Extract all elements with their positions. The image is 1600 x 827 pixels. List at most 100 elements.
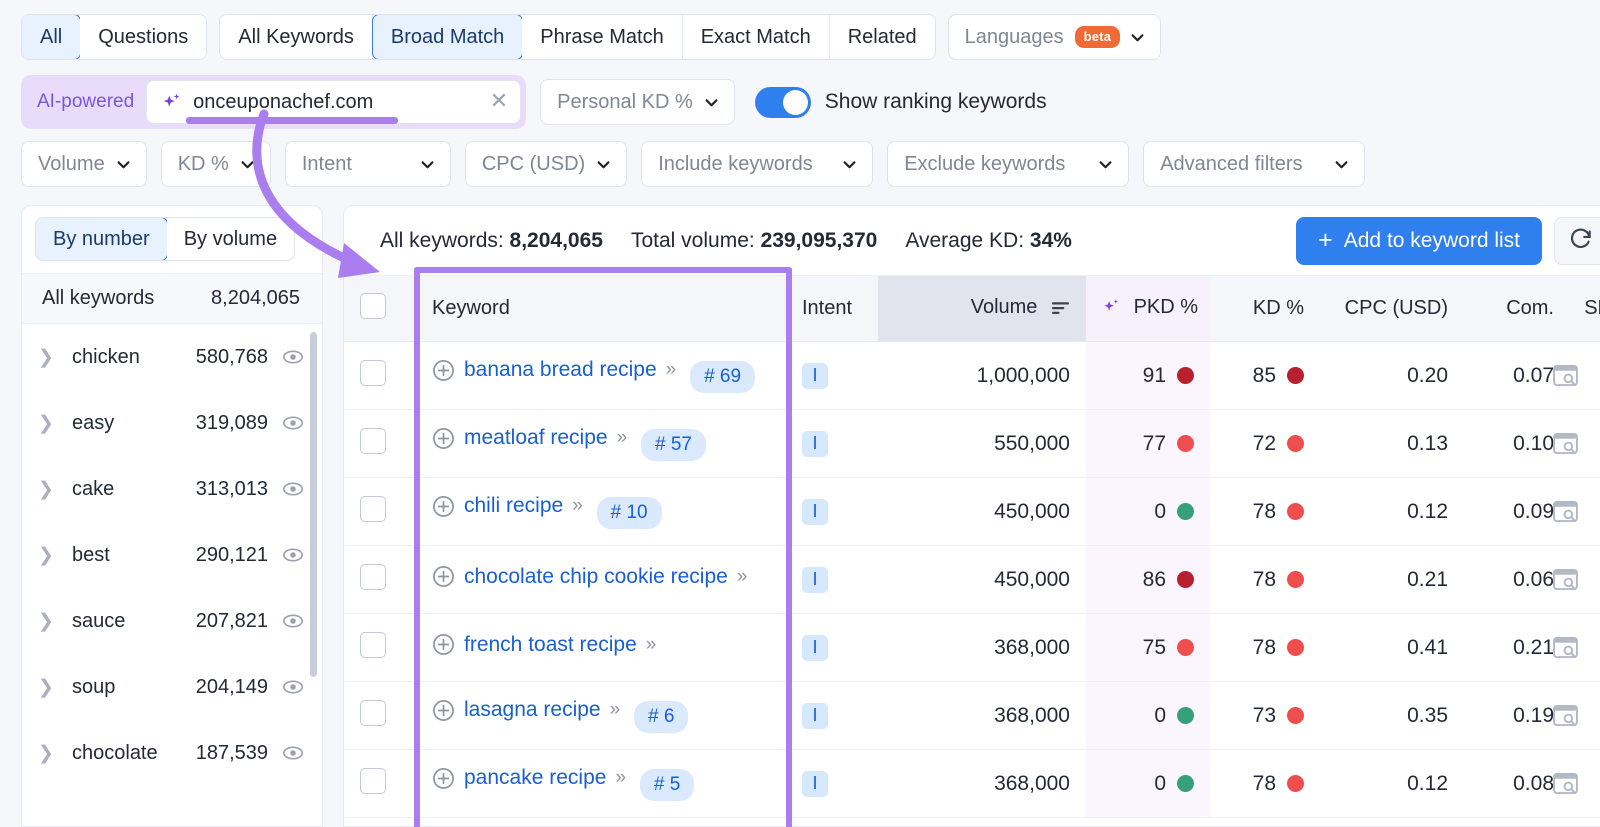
serp-features-icon[interactable] <box>1553 705 1579 726</box>
column-header-volume[interactable]: Volume <box>878 275 1086 342</box>
sidebar-item-best[interactable]: ❯ best 290,121 <box>22 522 322 588</box>
row-checkbox[interactable] <box>360 359 386 386</box>
keyword-link[interactable]: meatloaf recipe » <box>432 426 627 450</box>
row-checkbox[interactable] <box>360 631 386 658</box>
column-header-cpc[interactable]: CPC (USD) <box>1320 275 1464 342</box>
add-to-keyword-list-button[interactable]: + Add to keyword list <box>1296 216 1542 265</box>
column-header-kd[interactable]: KD % <box>1210 275 1320 342</box>
rank-badge[interactable]: # 6 <box>634 700 689 733</box>
table-row[interactable]: banana bread recipe » # 69 I 1,000,000 9… <box>344 341 1600 410</box>
add-keyword-icon[interactable] <box>432 427 455 450</box>
chevron-right-icon[interactable]: ❯ <box>38 610 60 633</box>
close-icon[interactable]: ✕ <box>490 89 508 115</box>
double-chevron-icon[interactable]: » <box>737 566 747 588</box>
column-header-keyword[interactable]: Keyword <box>416 275 786 342</box>
chevron-right-icon[interactable]: ❯ <box>38 742 60 765</box>
keyword-link[interactable]: chili recipe » <box>432 494 583 518</box>
column-header-pkd[interactable]: PKD % <box>1086 275 1210 342</box>
sidebar-scrollbar[interactable] <box>310 332 317 677</box>
tab-questions[interactable]: Questions <box>80 15 207 59</box>
tab-all-keywords[interactable]: All Keywords <box>220 15 373 59</box>
serp-features-icon[interactable] <box>1553 433 1579 454</box>
double-chevron-icon[interactable]: » <box>615 767 625 789</box>
tab-exact-match[interactable]: Exact Match <box>682 15 830 59</box>
show-ranking-keywords-toggle[interactable] <box>754 86 811 118</box>
serp-features-icon[interactable] <box>1553 501 1579 522</box>
refresh-button[interactable] <box>1554 216 1600 265</box>
rank-badge[interactable]: # 5 <box>639 768 695 801</box>
row-checkbox[interactable] <box>360 699 386 726</box>
rank-badge[interactable]: # 10 <box>596 496 662 529</box>
personal-kd-dropdown[interactable]: Personal KD % <box>540 79 735 125</box>
row-checkbox[interactable] <box>360 427 386 454</box>
sidebar-item-sauce[interactable]: ❯ sauce 207,821 <box>22 588 322 654</box>
intent-badge[interactable]: I <box>802 770 828 797</box>
sidebar-item-cake[interactable]: ❯ cake 313,013 <box>22 456 322 522</box>
serp-features-icon[interactable] <box>1553 773 1579 794</box>
add-keyword-icon[interactable] <box>432 699 455 722</box>
eye-icon[interactable] <box>282 346 304 368</box>
serp-features-icon[interactable] <box>1553 637 1579 658</box>
filter-kd[interactable]: KD % <box>160 141 271 187</box>
keyword-link[interactable]: chocolate chip cookie recipe » <box>432 565 747 589</box>
add-keyword-icon[interactable] <box>432 633 455 656</box>
languages-dropdown[interactable]: Languages beta <box>947 14 1162 60</box>
select-all-checkbox[interactable] <box>360 292 386 319</box>
table-row[interactable]: meatloaf recipe » # 57 I 550,000 77 72 0… <box>344 409 1600 478</box>
filter-intent[interactable]: Intent <box>284 141 451 187</box>
column-header-sf[interactable]: SF <box>1570 275 1600 342</box>
tab-phrase-match[interactable]: Phrase Match <box>522 15 683 59</box>
add-keyword-icon[interactable] <box>432 359 455 382</box>
chevron-right-icon[interactable]: ❯ <box>38 544 60 567</box>
double-chevron-icon[interactable]: » <box>572 495 582 517</box>
sidebar-item-chicken[interactable]: ❯ chicken 580,768 <box>22 324 322 390</box>
rank-badge[interactable]: # 69 <box>690 360 756 393</box>
sidebar-item-all-keywords[interactable]: All keywords 8,204,065 <box>22 273 322 324</box>
sidebar-item-easy[interactable]: ❯ easy 319,089 <box>22 390 322 456</box>
add-keyword-icon[interactable] <box>432 495 455 518</box>
table-row[interactable]: pancake recipe » # 5 I 368,000 0 78 0.12… <box>344 749 1600 818</box>
row-checkbox[interactable] <box>360 767 386 794</box>
eye-icon[interactable] <box>282 610 304 632</box>
eye-icon[interactable] <box>282 742 304 764</box>
intent-badge[interactable]: I <box>802 498 828 525</box>
table-row[interactable]: chocolate chip cookie recipe » I 450,000… <box>344 545 1600 614</box>
sidebar-item-chocolate[interactable]: ❯ chocolate 187,539 <box>22 720 322 786</box>
intent-badge[interactable]: I <box>802 566 828 593</box>
keyword-link[interactable]: french toast recipe » <box>432 633 656 657</box>
keyword-link[interactable]: pancake recipe » <box>432 766 626 790</box>
tab-all[interactable]: All <box>22 15 82 59</box>
serp-features-icon[interactable] <box>1553 365 1579 386</box>
double-chevron-icon[interactable]: » <box>610 699 620 721</box>
chevron-right-icon[interactable]: ❯ <box>38 676 60 699</box>
intent-badge[interactable]: I <box>802 702 828 729</box>
chevron-right-icon[interactable]: ❯ <box>38 412 60 435</box>
filter-advanced[interactable]: Advanced filters <box>1143 141 1366 187</box>
eye-icon[interactable] <box>282 544 304 566</box>
double-chevron-icon[interactable]: » <box>666 359 676 381</box>
column-header-com[interactable]: Com. <box>1464 275 1570 342</box>
add-keyword-icon[interactable] <box>432 767 455 790</box>
filter-cpc[interactable]: CPC (USD) <box>464 141 628 187</box>
filter-volume[interactable]: Volume <box>21 141 147 187</box>
eye-icon[interactable] <box>282 478 304 500</box>
add-keyword-icon[interactable] <box>432 565 455 588</box>
column-header-intent[interactable]: Intent <box>786 275 878 342</box>
double-chevron-icon[interactable]: » <box>617 427 627 449</box>
filter-include-keywords[interactable]: Include keywords <box>641 141 874 187</box>
keyword-link[interactable]: lasagna recipe » <box>432 698 620 722</box>
chevron-right-icon[interactable]: ❯ <box>38 478 60 501</box>
serp-features-icon[interactable] <box>1553 569 1579 590</box>
table-row[interactable]: french toast recipe » I 368,000 75 78 0.… <box>344 613 1600 682</box>
rank-badge[interactable]: # 57 <box>641 428 706 461</box>
intent-badge[interactable]: I <box>802 430 828 457</box>
tab-by-number[interactable]: By number <box>36 218 168 260</box>
keyword-link[interactable]: banana bread recipe » <box>432 358 676 382</box>
table-row[interactable]: chili recipe » # 10 I 450,000 0 78 0.12 … <box>344 477 1600 546</box>
table-row[interactable]: lasagna recipe » # 6 I 368,000 0 73 0.35… <box>344 681 1600 750</box>
row-checkbox[interactable] <box>360 495 386 522</box>
tab-by-volume[interactable]: By volume <box>166 218 295 260</box>
row-checkbox[interactable] <box>360 563 386 590</box>
sidebar-item-soup[interactable]: ❯ soup 204,149 <box>22 654 322 720</box>
intent-badge[interactable]: I <box>802 634 828 661</box>
